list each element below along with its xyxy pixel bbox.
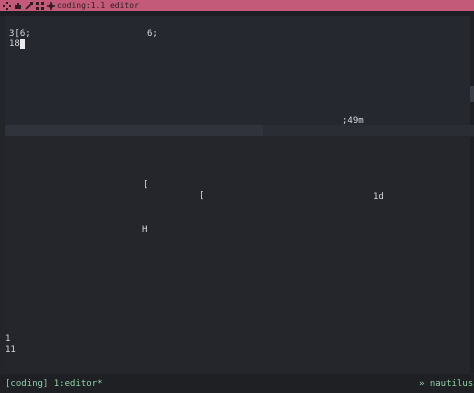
session-window-label[interactable]: [coding] 1:editor* [5,379,103,389]
editor-text: 11 [5,345,16,355]
window-titlebar: coding:1.1 editor [0,0,474,11]
scrollbar-top-thumb[interactable] [470,86,474,102]
editor-pane-top[interactable] [5,16,470,125]
text-cursor [20,39,25,49]
tools-icon[interactable] [25,1,33,10]
editor-text: H [142,225,148,235]
pane-divider-right[interactable] [263,125,474,136]
editor-text: 18 [9,39,20,49]
editor-text: 1 [5,334,11,344]
editor-text: 6; [147,29,158,39]
layout-icon[interactable] [47,1,55,10]
editor-text: 3[6; [9,29,31,39]
host-separator-icon: » [419,379,425,389]
editor-text: 1d [373,192,384,202]
hostname: nautilus [429,379,474,389]
grid-icon[interactable] [36,1,44,10]
hostname-label: » nautilus [419,379,473,389]
scrollbar-bottom[interactable] [470,137,474,373]
cloud-icon[interactable] [14,2,22,10]
pane-divider[interactable] [5,125,263,136]
editor-text: [ [143,180,149,190]
editor-text: [ [199,191,205,201]
scrollbar-top[interactable] [470,16,474,125]
editor-text: ;49m [342,116,364,126]
window-title: coding:1.1 editor [57,1,139,10]
diamond-grid-icon[interactable] [3,1,11,10]
editor-pane-bottom[interactable] [5,137,470,373]
